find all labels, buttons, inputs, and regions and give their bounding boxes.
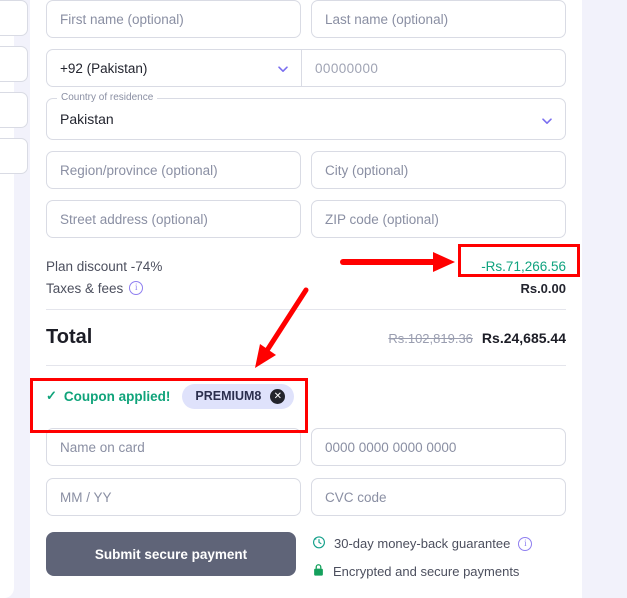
card-name-number-row: Name on card 0000 0000 0000 0000 (46, 428, 566, 466)
summary-divider-top (46, 309, 566, 310)
country-of-residence-value: Pakistan (60, 111, 114, 127)
first-name-input[interactable]: First name (optional) (46, 0, 301, 38)
total-row: Total Rs.102,819.36 Rs.24,685.44 (46, 326, 566, 349)
taxes-fees-amount: Rs.0.00 (520, 280, 566, 296)
checkout-card: First name (optional) Last name (optiona… (30, 0, 582, 598)
money-back-guarantee-text: 30-day money-back guarantee (334, 536, 511, 551)
coupon-applied-label: Coupon applied! (63, 388, 171, 404)
secure-payments-text: Encrypted and secure payments (333, 564, 520, 579)
country-of-residence-select[interactable]: Pakistan (46, 98, 566, 140)
card-expiry-input[interactable]: MM / YY (46, 478, 301, 516)
submit-secure-payment-button[interactable]: Submit secure payment (46, 532, 296, 576)
street-address-input[interactable]: Street address (optional) (46, 200, 301, 238)
taxes-fees-row: Taxes & fees i Rs.0.00 (46, 277, 566, 299)
phone-country-code-select[interactable]: +92 (Pakistan) (47, 50, 302, 86)
coupon-code: PREMIUM8 (195, 389, 262, 403)
coupon-applied-status: ✓ Coupon applied! (46, 388, 170, 404)
last-name-input[interactable]: Last name (optional) (311, 0, 566, 38)
country-of-residence-field[interactable]: Country of residence Pakistan (46, 92, 566, 140)
money-back-guarantee-item: 30-day money-back guarantee i (312, 535, 533, 552)
total-final-price: Rs.24,685.44 (481, 330, 566, 346)
peek-field-3[interactable] (0, 92, 28, 128)
info-icon[interactable]: i (518, 536, 533, 551)
lock-icon (312, 563, 325, 580)
check-icon: ✓ (46, 388, 57, 403)
coupon-applied-row: ✓ Coupon applied! PREMIUM8 ✕ (46, 380, 566, 412)
summary-divider-bottom (46, 365, 566, 366)
payment-action-row: Submit secure payment 30-day money-back … (46, 532, 566, 580)
coupon-chip: PREMIUM8 ✕ (182, 383, 295, 409)
card-cvc-input[interactable]: CVC code (311, 478, 566, 516)
card-number-input[interactable]: 0000 0000 0000 0000 (311, 428, 566, 466)
order-summary: Plan discount -74% -Rs.71,266.56 Taxes &… (46, 255, 566, 412)
chevron-down-icon (277, 63, 288, 74)
card-details: Name on card 0000 0000 0000 0000 MM / YY… (46, 428, 566, 516)
taxes-fees-label-group: Taxes & fees i (46, 280, 144, 296)
total-amounts: Rs.102,819.36 Rs.24,685.44 (388, 330, 566, 346)
name-row: First name (optional) Last name (optiona… (46, 0, 566, 38)
country-of-residence-label: Country of residence (57, 92, 158, 103)
total-original-price: Rs.102,819.36 (388, 331, 473, 346)
phone-row: +92 (Pakistan) 00000000 (46, 49, 566, 87)
secure-payments-item: Encrypted and secure payments (312, 563, 532, 580)
city-input[interactable]: City (optional) (311, 151, 566, 189)
clock-rewind-icon (312, 535, 326, 552)
checkout-form: First name (optional) Last name (optiona… (46, 0, 566, 580)
plan-discount-row: Plan discount -74% -Rs.71,266.56 (46, 255, 566, 277)
info-icon[interactable]: i (129, 281, 144, 295)
card-expiry-cvc-row: MM / YY CVC code (46, 478, 566, 516)
phone-country-code-value: +92 (Pakistan) (60, 60, 148, 76)
chevron-down-icon (541, 114, 552, 125)
street-zip-row: Street address (optional) ZIP code (opti… (46, 200, 566, 238)
peek-field-4[interactable] (0, 138, 28, 174)
left-adjacent-card (0, 0, 28, 598)
region-city-row: Region/province (optional) City (optiona… (46, 151, 566, 189)
taxes-fees-label: Taxes & fees (46, 280, 124, 296)
close-circle-icon[interactable]: ✕ (270, 388, 286, 404)
peek-field-2[interactable] (0, 46, 28, 82)
peek-field-1[interactable] (0, 0, 28, 36)
phone-number-input[interactable]: 00000000 (302, 50, 565, 86)
region-province-input[interactable]: Region/province (optional) (46, 151, 301, 189)
checkout-screen: First name (optional) Last name (optiona… (0, 0, 627, 598)
plan-discount-amount: -Rs.71,266.56 (481, 258, 566, 274)
name-on-card-input[interactable]: Name on card (46, 428, 301, 466)
assurances-list: 30-day money-back guarantee i Encrypted … (312, 532, 533, 580)
plan-discount-label: Plan discount -74% (46, 258, 163, 274)
total-label: Total (46, 326, 93, 348)
zip-code-input[interactable]: ZIP code (optional) (311, 200, 566, 238)
